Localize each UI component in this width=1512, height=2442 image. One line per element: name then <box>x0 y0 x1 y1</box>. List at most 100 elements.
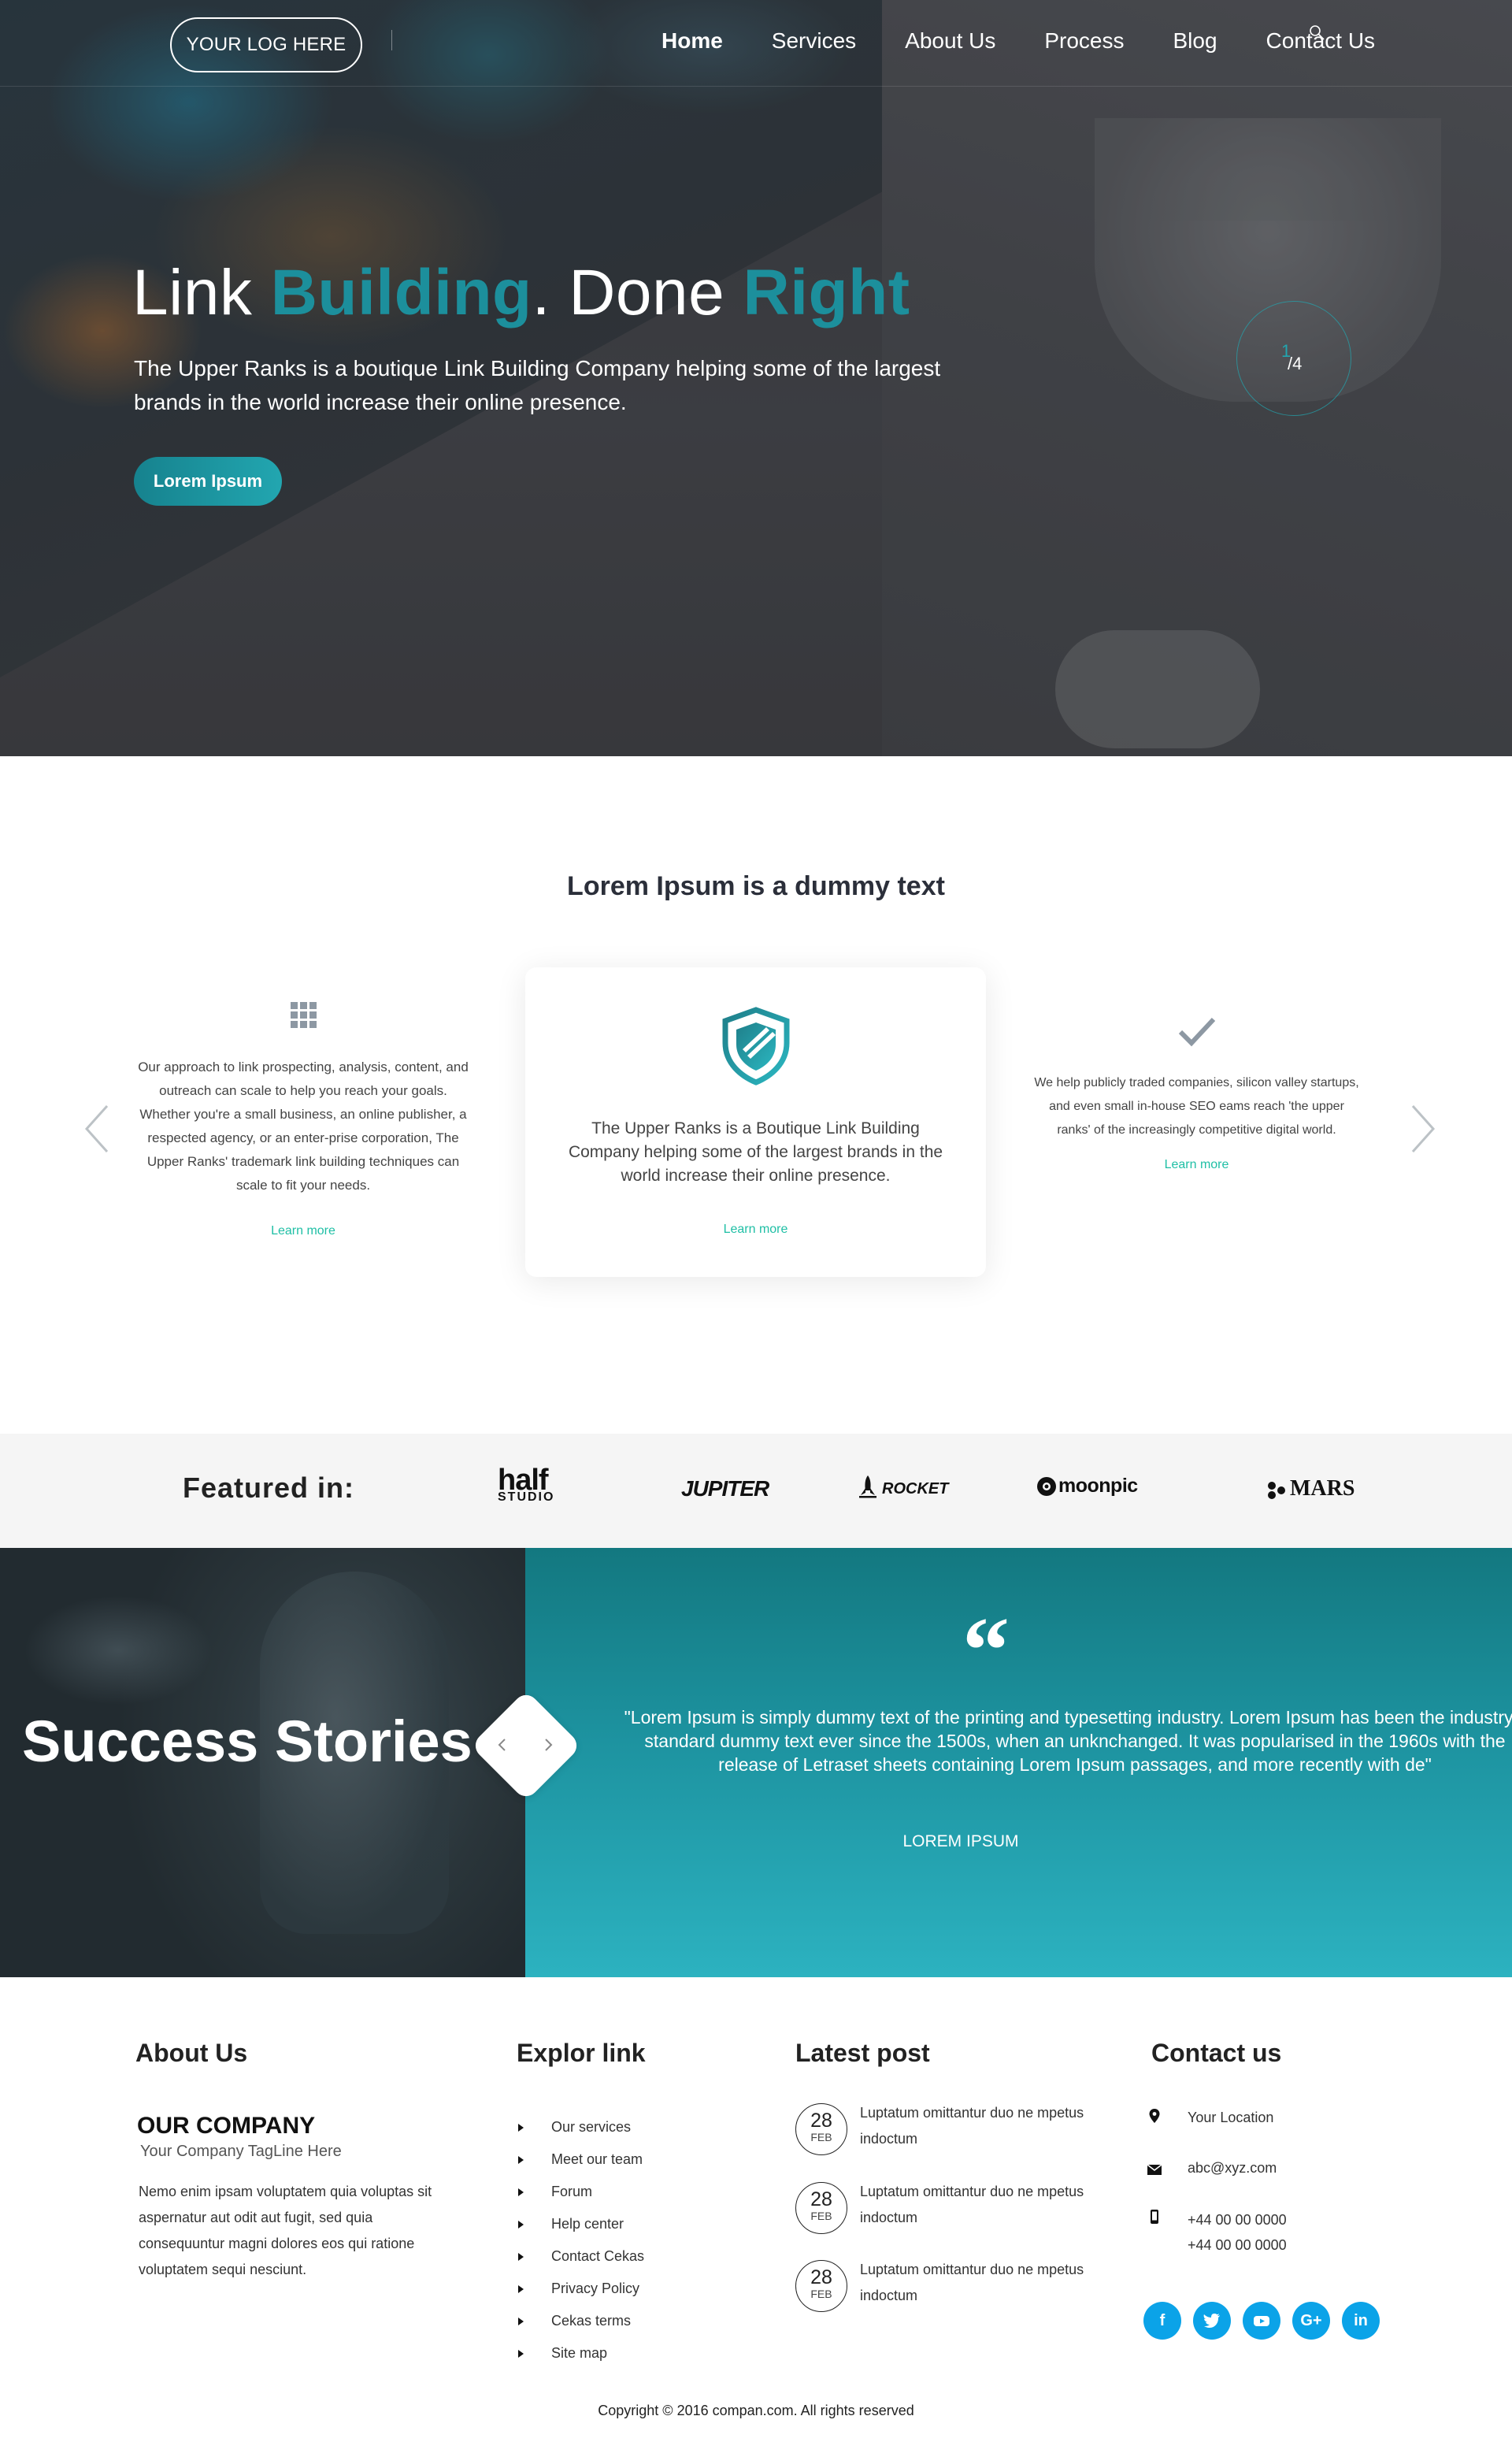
learn-more-link-3[interactable]: Learn more <box>1033 1158 1360 1172</box>
footer-link-label: Our services <box>551 2119 632 2135</box>
brand-mars-text: MARS <box>1290 1476 1355 1501</box>
footer-link-item[interactable]: Site map <box>517 2337 644 2370</box>
slide-counter[interactable]: 1 /4 <box>1236 301 1351 416</box>
youtube-icon[interactable] <box>1243 2302 1280 2340</box>
feature-card-2: The Upper Ranks is a Boutique Link Build… <box>525 967 986 1277</box>
nav-about-us[interactable]: About Us <box>905 28 995 54</box>
post-month: FEB <box>810 2288 832 2300</box>
footer-link-label: Help center <box>551 2216 624 2232</box>
contact-email[interactable]: abc@xyz.com <box>1188 2155 1277 2181</box>
arrow-right-icon <box>518 2317 524 2325</box>
facebook-icon[interactable]: f <box>1143 2302 1181 2340</box>
nav-services[interactable]: Services <box>772 28 856 54</box>
testimonial-author: LOREM IPSUM <box>902 1832 1019 1850</box>
nav-blog[interactable]: Blog <box>1173 28 1217 54</box>
post-date-badge: 28 FEB <box>795 2260 847 2312</box>
footer-link-label: Site map <box>551 2345 608 2361</box>
latest-post-2[interactable]: 28 FEB Luptatum omittantur duo ne mpetus … <box>795 2182 1095 2237</box>
about-text: Nemo enim ipsam voluptatem quia voluptas… <box>139 2184 432 2277</box>
moonpic-icon <box>1037 1477 1056 1497</box>
shield-icon <box>722 1007 789 1086</box>
features-title: Lorem Ipsum is a dummy text <box>567 871 945 901</box>
post-title: Luptatum omittantur duo ne mpetus indoct… <box>860 2262 1084 2303</box>
learn-more-link-1[interactable]: Learn more <box>138 1224 469 1238</box>
slide-total: /4 <box>1288 354 1303 373</box>
top-navigation: YOUR LOG HERE Home Services About Us Pro… <box>0 0 1512 87</box>
post-date-badge: 28 FEB <box>795 2103 847 2155</box>
company-tagline: Your Company TagLine Here <box>140 2143 342 2160</box>
footer-link-item[interactable]: Help center <box>517 2208 644 2240</box>
linkedin-icon[interactable]: in <box>1342 2302 1380 2340</box>
logo-button[interactable]: YOUR LOG HERE <box>170 17 362 72</box>
footer-links-heading: Explor link <box>517 2039 646 2067</box>
envelope-icon <box>1147 2164 1162 2175</box>
footer-link-item[interactable]: Cekas terms <box>517 2305 644 2337</box>
google-plus-icon[interactable]: G+ <box>1292 2302 1330 2340</box>
feature-text-3: We help publicly traded companies, silic… <box>1034 1076 1359 1137</box>
featured-in-bar: Featured in: half STUDIO JUPITER ROCKET m… <box>0 1434 1512 1548</box>
arrow-right-icon <box>518 2155 524 2164</box>
footer-posts-heading: Latest post <box>795 2039 930 2067</box>
rocket-icon <box>859 1475 876 1498</box>
footer-link-item[interactable]: Contact Cekas <box>517 2240 644 2273</box>
chevron-left-icon[interactable] <box>495 1736 510 1754</box>
footer-link-item[interactable]: Meet our team <box>517 2143 644 2176</box>
featured-label: Featured in: <box>183 1472 355 1504</box>
post-day: 28 <box>810 2188 832 2210</box>
nav-home[interactable]: Home <box>662 28 723 54</box>
post-date-badge: 28 FEB <box>795 2182 847 2234</box>
post-month: FEB <box>810 2210 832 2222</box>
post-title: Luptatum omittantur duo ne mpetus indoct… <box>860 2105 1084 2147</box>
feature-text-2: The Upper Ranks is a Boutique Link Build… <box>568 1119 943 1185</box>
success-stories-title: Success Stories <box>22 1709 472 1774</box>
contact-phone-2: +44 00 00 0000 <box>1188 2237 1287 2253</box>
arrow-right-icon <box>518 2252 524 2261</box>
hero-section: YOUR LOG HERE Home Services About Us Pro… <box>0 0 1512 756</box>
latest-post-1[interactable]: 28 FEB Luptatum omittantur duo ne mpetus … <box>795 2103 1095 2158</box>
location-pin-icon <box>1149 2109 1160 2123</box>
mars-icon <box>1268 1481 1285 1499</box>
brand-logo-mars[interactable]: MARS <box>1266 1476 1354 1501</box>
arrow-right-icon <box>518 2123 524 2132</box>
twitter-bird-icon <box>1203 2314 1220 2328</box>
footer-link-item[interactable]: Our services <box>517 2111 644 2143</box>
brand-logo-moonpic[interactable]: moonpic <box>1036 1475 1138 1497</box>
chevron-right-icon[interactable] <box>540 1736 556 1754</box>
hero-title: Link Building. Done Right <box>132 256 910 330</box>
hero-title-part-2: . Done <box>532 257 743 328</box>
footer-link-item[interactable]: Forum <box>517 2176 644 2208</box>
post-month: FEB <box>810 2131 832 2143</box>
chevron-left-icon[interactable] <box>80 1101 112 1156</box>
hero-title-highlight-1: Building <box>270 257 532 328</box>
checkmark-icon <box>1178 1017 1215 1047</box>
footer-link-item[interactable]: Privacy Policy <box>517 2273 644 2305</box>
quote-icon: “ <box>962 1598 1010 1702</box>
footer-links-list: Our services Meet our team Forum Help ce… <box>517 2111 644 2370</box>
nav-divider <box>391 30 392 50</box>
nav-process[interactable]: Process <box>1044 28 1124 54</box>
footer-about-heading: About Us <box>135 2039 248 2067</box>
latest-post-3[interactable]: 28 FEB Luptatum omittantur duo ne mpetus … <box>795 2260 1095 2315</box>
brand-logo-rocket[interactable]: ROCKET <box>858 1475 948 1498</box>
learn-more-link-2[interactable]: Learn more <box>525 1223 986 1237</box>
brand-logo-half-studio[interactable]: half STUDIO <box>498 1465 555 1504</box>
arrow-right-icon <box>518 2188 524 2196</box>
testimonial-quote: "Lorem Ipsum is simply dummy text of the… <box>624 1707 1512 1775</box>
search-icon[interactable] <box>1308 24 1325 41</box>
hero-description: The Upper Ranks is a boutique Link Build… <box>134 356 941 414</box>
chevron-right-icon[interactable] <box>1408 1101 1440 1156</box>
twitter-icon[interactable] <box>1193 2302 1231 2340</box>
copyright-text: Copyright © 2016 compan.com. All rights … <box>598 2403 914 2418</box>
arrow-right-icon <box>518 2220 524 2229</box>
brand-half-sub: STUDIO <box>498 1490 555 1504</box>
feature-card-3: We help publicly traded companies, silic… <box>1033 1016 1360 1172</box>
brand-logo-jupiter[interactable]: JUPITER <box>681 1476 769 1501</box>
grid-icon <box>291 1002 317 1028</box>
hero-cta-button[interactable]: Lorem Ipsum <box>134 457 282 506</box>
footer-link-label: Privacy Policy <box>551 2281 640 2296</box>
feature-card-1: Our approach to link prospecting, analys… <box>138 1000 469 1238</box>
contact-phone-1: +44 00 00 0000 <box>1188 2212 1287 2228</box>
post-day: 28 <box>810 2266 832 2288</box>
post-title: Luptatum omittantur duo ne mpetus indoct… <box>860 2184 1084 2225</box>
footer-contact-heading: Contact us <box>1151 2039 1282 2067</box>
